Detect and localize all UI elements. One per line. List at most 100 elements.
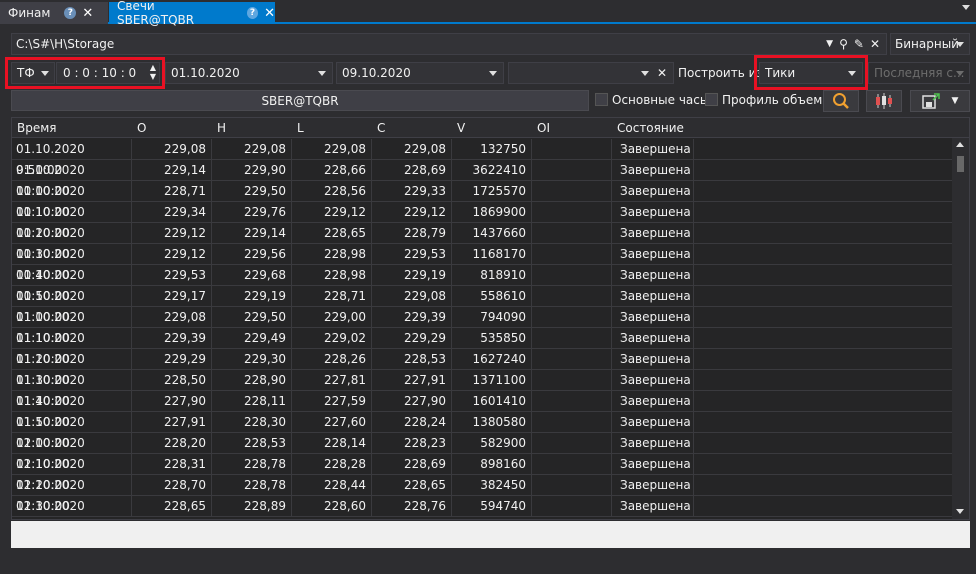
chevron-down-icon[interactable]: ▼: [952, 96, 959, 106]
time-cell: 01.10.2020 10:40:00: [12, 244, 132, 282]
table-row[interactable]: 01.10.2020 10:30:00 229,12 229,14 228,65 228…: [12, 223, 952, 261]
close-cell: 228,65: [372, 475, 452, 496]
last-candle-select: Последняя с...: [868, 62, 970, 84]
column-header-high[interactable]: H: [217, 121, 226, 135]
column-header-time[interactable]: Время: [17, 121, 57, 135]
close-icon[interactable]: ✕: [82, 6, 93, 21]
oi-cell: [532, 391, 612, 412]
oi-cell: [532, 349, 612, 370]
table-row[interactable]: 01.10.2020 12:00:00 227,91 228,30 227,60 228…: [12, 412, 952, 450]
oi-cell: [532, 454, 612, 475]
volume-cell: 594740: [452, 496, 532, 517]
table-row[interactable]: 01.10.2020 10:10:00 228,71 229,50 228,56 229…: [12, 181, 952, 219]
chevron-down-icon: [318, 71, 326, 76]
chevron-down-icon: [956, 71, 964, 76]
column-header-low[interactable]: L: [297, 121, 304, 135]
chevron-down-icon[interactable]: ▼: [826, 39, 833, 51]
low-cell: 228,26: [292, 349, 372, 370]
low-cell: 228,66: [292, 160, 372, 181]
low-cell: 228,28: [292, 454, 372, 475]
table-row[interactable]: 01.10.2020 11:00:00 229,17 229,19 228,71 229…: [12, 286, 952, 324]
vertical-scrollbar[interactable]: [952, 138, 969, 519]
search-icon[interactable]: ⚲: [839, 37, 848, 51]
low-cell: 229,00: [292, 307, 372, 328]
time-cell: 01.10.2020 12:00:00: [12, 412, 132, 450]
high-cell: 228,78: [212, 454, 292, 475]
low-cell: 227,60: [292, 412, 372, 433]
table-row[interactable]: 01.10.2020 11:50:00 227,90 228,11 227,59 227…: [12, 391, 952, 429]
close-cell: 229,12: [372, 202, 452, 223]
column-header-oi[interactable]: OI: [537, 121, 550, 135]
clear-icon[interactable]: ✕: [870, 37, 880, 51]
format-select[interactable]: Бинарный: [890, 33, 970, 55]
oi-cell: [532, 496, 612, 517]
scroll-down-icon[interactable]: [956, 509, 964, 514]
column-header-close[interactable]: C: [377, 121, 385, 135]
tab-candles[interactable]: Свечи SBER@TQBR ? ✕: [109, 0, 275, 27]
chart-button[interactable]: [866, 90, 902, 112]
volume-profile-checkbox[interactable]: [705, 93, 718, 106]
close-icon[interactable]: ✕: [264, 6, 275, 21]
oi-cell: [532, 328, 612, 349]
search-button[interactable]: [823, 90, 859, 112]
oi-cell: [532, 370, 612, 391]
low-cell: 229,08: [292, 139, 372, 160]
volume-cell: 818910: [452, 265, 532, 286]
date-from-picker[interactable]: 01.10.2020: [165, 62, 333, 84]
state-cell: Завершена: [612, 223, 694, 244]
table-row[interactable]: 01.10.2020 12:20:00 228,31 228,78 228,28 228…: [12, 454, 952, 492]
table-row[interactable]: 01.10.2020 12:10:00 228,20 228,53 228,14 228…: [12, 433, 952, 471]
column-header-volume[interactable]: V: [457, 121, 465, 135]
high-cell: 229,50: [212, 307, 292, 328]
low-cell: 229,12: [292, 202, 372, 223]
time-cell: 01.10.2020 11:20:00: [12, 328, 132, 366]
export-button[interactable]: ▼: [910, 90, 970, 112]
scroll-up-icon[interactable]: [956, 142, 964, 147]
volume-cell: 794090: [452, 307, 532, 328]
state-cell: Завершена: [612, 286, 694, 307]
high-cell: 228,90: [212, 370, 292, 391]
volume-cell: 1371100: [452, 370, 532, 391]
tab-finam[interactable]: Финам ? ✕: [0, 2, 108, 24]
table-row[interactable]: 01.10.2020 10:50:00 229,53 229,68 228,98 229…: [12, 265, 952, 303]
high-cell: 229,90: [212, 160, 292, 181]
storage-path-field[interactable]: C:\S#\H\Storage ▼ ⚲ ✎ ✕: [11, 33, 887, 55]
pencil-icon[interactable]: ✎: [854, 37, 864, 51]
scroll-thumb[interactable]: [957, 156, 964, 172]
tab-label: Финам: [8, 6, 51, 20]
table-header: Время O H L C V OI Состояние: [12, 118, 969, 138]
table-row[interactable]: 01.10.2020 12:40:00228,65228,89228,60228…: [12, 496, 952, 517]
table-row[interactable]: 01.10.2020 9:50:00 229,08 229,08 229,08 229,…: [12, 139, 952, 177]
table-row[interactable]: 01.10.2020 11:20:00 229,39 229,49 229,02 229…: [12, 328, 952, 366]
table-row[interactable]: 01.10.2020 10:20:00 229,34 229,76 229,12 229…: [12, 202, 952, 240]
open-cell: 228,70: [132, 475, 212, 496]
oi-cell: [532, 202, 612, 223]
clear-icon[interactable]: ✕: [657, 66, 667, 80]
help-icon[interactable]: ?: [246, 7, 259, 19]
table-row[interactable]: 01.10.2020 11:30:00 229,29 229,30 228,26 228…: [12, 349, 952, 387]
high-cell: 228,11: [212, 391, 292, 412]
main-hours-checkbox[interactable]: [595, 93, 608, 106]
security-button[interactable]: SBER@TQBR: [11, 90, 589, 111]
column-header-state[interactable]: Состояние: [617, 121, 684, 135]
help-icon[interactable]: ?: [64, 7, 77, 19]
oi-cell: [532, 412, 612, 433]
table-row[interactable]: 01.10.2020 11:10:00 229,08 229,50 229,00 229…: [12, 307, 952, 345]
column-header-open[interactable]: O: [137, 121, 146, 135]
high-cell: 229,30: [212, 349, 292, 370]
time-cell: 01.10.2020 11:10:00: [12, 307, 132, 345]
state-cell: Завершена: [612, 139, 694, 160]
table-row[interactable]: 01.10.2020 11:40:00 228,50 228,90 227,81 227…: [12, 370, 952, 408]
time-cell: 01.10.2020 11:00:00: [12, 286, 132, 324]
date-to-picker[interactable]: 09.10.2020: [336, 62, 504, 84]
table-row[interactable]: 01.10.2020 10:00:00 229,14 229,90 228,66 228…: [12, 160, 952, 198]
date-from-value: 01.10.2020: [171, 66, 240, 80]
state-cell: Завершена: [612, 160, 694, 181]
table-row[interactable]: 01.10.2020 12:30:00 228,70 228,78 228,44 228…: [12, 475, 952, 513]
chevron-down-icon: [641, 71, 649, 76]
extra-select[interactable]: ✕: [508, 62, 674, 84]
volume-profile-label: Профиль объема: [722, 93, 830, 107]
tab-list-chevron-down-icon[interactable]: [962, 5, 970, 10]
time-cell: 01.10.2020 12:30:00: [12, 475, 132, 513]
table-row[interactable]: 01.10.2020 10:40:00 229,12 229,56 228,98 229…: [12, 244, 952, 282]
